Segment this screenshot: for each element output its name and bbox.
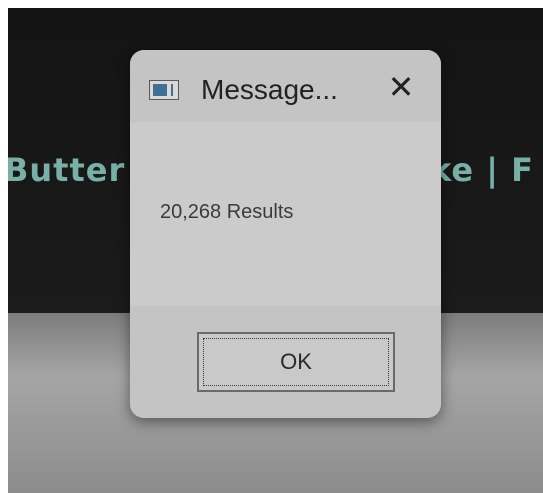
message-dialog: Message... ✕ 20,268 Results OK (130, 50, 441, 418)
dialog-titlebar: Message... ✕ (130, 50, 441, 122)
dialog-title: Message... (201, 74, 338, 105)
background-heading-right: ke | F (430, 151, 534, 189)
window-icon (149, 80, 179, 100)
dialog-footer: OK (130, 306, 441, 418)
ok-button-label: OK (280, 349, 312, 374)
dialog-content: 20,268 Results (130, 122, 441, 306)
result-message: 20,268 Results (160, 201, 294, 223)
photo-backdrop: Butter C ke | F Message... ✕ 20,268 Resu… (8, 8, 543, 493)
close-icon[interactable]: ✕ (385, 69, 417, 105)
ok-button[interactable]: OK (197, 332, 395, 392)
